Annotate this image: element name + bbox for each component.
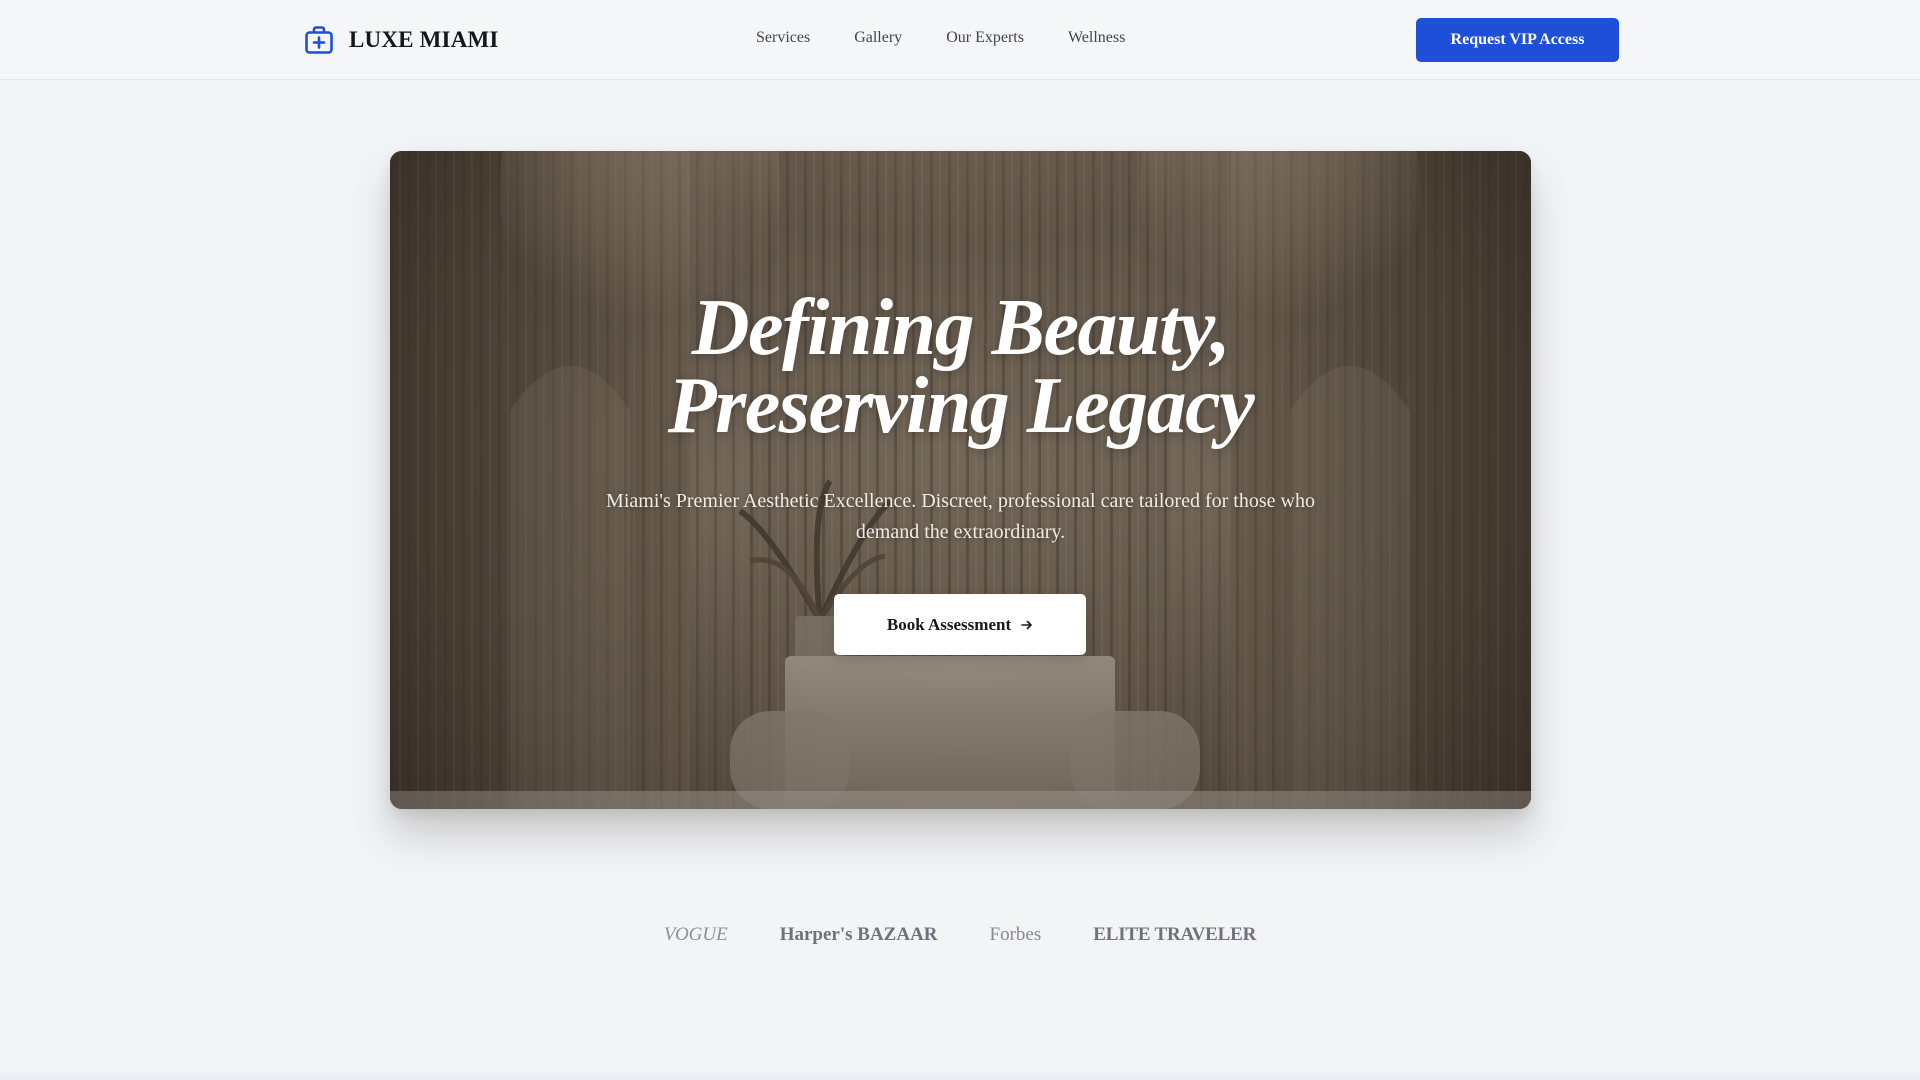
- book-assessment-label: Book Assessment: [886, 614, 1012, 634]
- hero-title: Defining Beauty, Preserving Legacy: [390, 284, 1531, 450]
- site-header: LUXE MIAMI Services Gallery Our Experts …: [0, 0, 1920, 80]
- main-nav: Services Gallery Our Experts Wellness: [756, 26, 1169, 50]
- press-logos: VOGUE Harper's BAZAAR Forbes ELITE TRAVE…: [0, 920, 1920, 950]
- nav-item-wellness[interactable]: Wellness: [1068, 26, 1125, 50]
- nav-item-our-experts[interactable]: Our Experts: [946, 26, 1024, 50]
- press-logo-elite-traveler: ELITE TRAVELER: [1093, 924, 1257, 945]
- nav-item-services[interactable]: Services: [756, 26, 810, 50]
- hero-title-line-1: Defining Beauty,: [691, 284, 1231, 372]
- press-logo-harpers-bazaar: Harper's BAZAAR: [779, 924, 938, 945]
- hero-title-line-2: Preserving Legacy: [667, 362, 1255, 450]
- page: LUXE MIAMI Services Gallery Our Experts …: [0, 0, 1920, 1080]
- hero-content: Defining Beauty, Preserving Legacy Miami…: [390, 151, 1531, 809]
- arrow-right-icon: [1021, 620, 1032, 629]
- press-logo-forbes: Forbes: [989, 924, 1042, 945]
- book-assessment-button[interactable]: Book Assessment: [834, 594, 1086, 655]
- press-logo-vogue: VOGUE: [663, 924, 728, 945]
- request-vip-access-button[interactable]: Request VIP Access: [1416, 18, 1619, 62]
- hero-section: Defining Beauty, Preserving Legacy Miami…: [390, 151, 1531, 809]
- brand-name: LUXE MIAMI: [349, 27, 499, 52]
- nav-item-gallery[interactable]: Gallery: [854, 26, 902, 50]
- hero-subtitle: Miami's Premier Aesthetic Excellence. Di…: [606, 490, 1315, 543]
- medical-bag-icon: [305, 26, 333, 54]
- brand-logo[interactable]: LUXE MIAMI: [303, 24, 499, 56]
